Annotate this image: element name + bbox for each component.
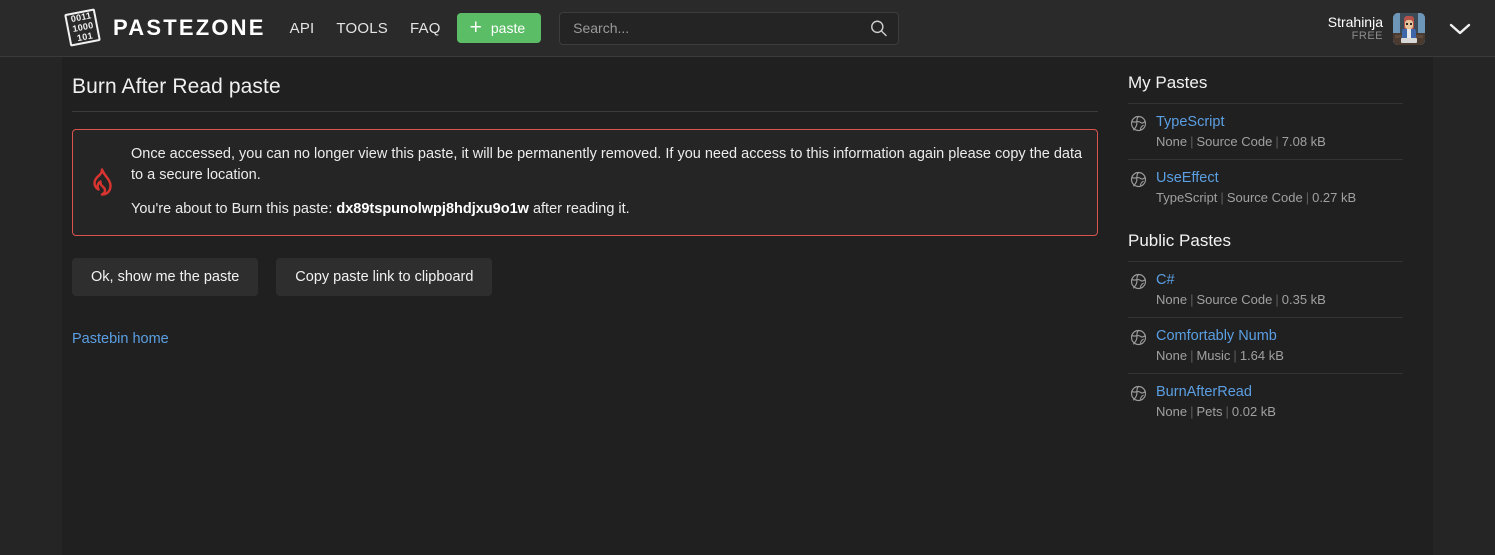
new-paste-button-label: paste <box>490 20 526 36</box>
paste-category: Music <box>1196 348 1231 363</box>
nav-api[interactable]: API <box>290 20 315 37</box>
list-item[interactable]: Comfortably Numb None | Music | 1.64 kB <box>1128 317 1403 373</box>
paste-title-link[interactable]: BurnAfterRead <box>1156 383 1276 401</box>
plus-icon: + <box>469 15 482 39</box>
brand-logo-link[interactable]: 0011 1000 101 PASTEZONE <box>64 8 266 47</box>
paste-meta: None | Source Code | 7.08 kB <box>1156 133 1326 150</box>
user-info: Strahinja FREE <box>1328 14 1383 43</box>
paste-language: None <box>1156 292 1188 307</box>
paste-size: 0.02 kB <box>1231 404 1276 419</box>
paste-category: Source Code <box>1196 292 1273 307</box>
paste-title-link[interactable]: TypeScript <box>1156 113 1326 131</box>
site-header: 0011 1000 101 PASTEZONE API TOOLS FAQ + … <box>0 0 1495 57</box>
alert-line-1: Once accessed, you can no longer view th… <box>131 146 1083 183</box>
globe-icon <box>1130 273 1147 290</box>
paste-id-value: dx89tspunolwpj8hdjxu9o1w <box>336 201 529 217</box>
paste-meta: TypeScript | Source Code | 0.27 kB <box>1156 189 1356 206</box>
meta-separator: | <box>1275 134 1279 149</box>
logo-bits-line-3: 101 <box>76 30 94 44</box>
paste-meta: None | Music | 1.64 kB <box>1156 347 1284 364</box>
public-pastes-heading: Public Pastes <box>1128 231 1231 250</box>
content-container: Burn After Read paste Once accessed, you… <box>62 57 1433 555</box>
chevron-down-icon[interactable] <box>1447 21 1473 37</box>
paste-size: 0.27 kB <box>1312 190 1357 205</box>
binary-sheet-logo-icon: 0011 1000 101 <box>64 8 102 47</box>
paste-size: 7.08 kB <box>1281 134 1326 149</box>
paste-category: Source Code <box>1226 190 1303 205</box>
user-plan-badge: FREE <box>1351 30 1383 43</box>
alert-line-2-suffix: after reading it. <box>528 201 630 217</box>
list-item[interactable]: C# None | Source Code | 0.35 kB <box>1128 261 1403 317</box>
title-divider <box>72 111 1098 112</box>
user-menu[interactable]: Strahinja FREE <box>1328 0 1473 57</box>
globe-icon <box>1130 115 1147 132</box>
copy-link-button[interactable]: Copy paste link to clipboard <box>276 258 493 296</box>
paste-size: 0.35 kB <box>1281 292 1326 307</box>
alert-line-2-prefix: You're about to Burn this paste: <box>131 201 337 217</box>
search-input[interactable] <box>559 11 900 45</box>
paste-info: TypeScript None | Source Code | 7.08 kB <box>1156 113 1326 150</box>
paste-title-link[interactable]: Comfortably Numb <box>1156 327 1284 345</box>
meta-separator: | <box>1220 190 1224 205</box>
show-paste-button[interactable]: Ok, show me the paste <box>72 258 259 296</box>
sidebar: My Pastes TypeScript None | Source Code | 7.… <box>1118 57 1413 555</box>
paste-meta: None | Pets | 0.02 kB <box>1156 403 1276 420</box>
main-column: Burn After Read paste Once accessed, you… <box>62 57 1118 555</box>
my-pastes-heading: My Pastes <box>1128 73 1208 92</box>
globe-icon <box>1130 385 1147 402</box>
paste-language: None <box>1156 134 1188 149</box>
meta-separator: | <box>1233 348 1237 363</box>
paste-language: None <box>1156 348 1188 363</box>
paste-category: Pets <box>1196 404 1223 419</box>
meta-separator: | <box>1225 404 1229 419</box>
paste-category: Source Code <box>1196 134 1273 149</box>
brand-name: PASTEZONE <box>113 15 266 40</box>
nav-tools[interactable]: TOOLS <box>336 20 388 37</box>
user-name: Strahinja <box>1327 14 1383 31</box>
page-title: Burn After Read paste <box>72 75 281 98</box>
paste-size: 1.64 kB <box>1239 348 1284 363</box>
paste-info: BurnAfterRead None | Pets | 0.02 kB <box>1156 383 1276 420</box>
meta-separator: | <box>1275 292 1279 307</box>
paste-title-link[interactable]: C# <box>1156 271 1326 289</box>
paste-meta: None | Source Code | 0.35 kB <box>1156 291 1326 308</box>
main-nav: API TOOLS FAQ <box>290 20 441 37</box>
avatar-image <box>1393 12 1425 45</box>
nav-faq[interactable]: FAQ <box>410 20 441 37</box>
action-buttons: Ok, show me the paste Copy paste link to… <box>72 258 1098 296</box>
burn-warning-alert: Once accessed, you can no longer view th… <box>72 129 1098 236</box>
list-item[interactable]: UseEffect TypeScript | Source Code | 0.27 kB <box>1128 159 1403 215</box>
paste-info: Comfortably Numb None | Music | 1.64 kB <box>1156 327 1284 364</box>
new-paste-button[interactable]: + paste <box>456 13 542 43</box>
search-box <box>559 11 900 45</box>
page-body: Burn After Read paste Once accessed, you… <box>0 57 1495 555</box>
paste-language: None <box>1156 404 1188 419</box>
user-avatar[interactable] <box>1393 12 1425 45</box>
paste-language: TypeScript <box>1156 190 1218 205</box>
globe-icon <box>1130 171 1147 188</box>
pastebin-home-link[interactable]: Pastebin home <box>72 331 169 347</box>
alert-text-body: Once accessed, you can no longer view th… <box>131 144 1085 220</box>
meta-separator: | <box>1305 190 1310 205</box>
paste-info: UseEffect TypeScript | Source Code | 0.27 kB <box>1156 169 1356 206</box>
paste-info: C# None | Source Code | 0.35 kB <box>1156 271 1326 308</box>
list-item[interactable]: TypeScript None | Source Code | 7.08 kB <box>1128 103 1403 159</box>
flame-icon <box>85 166 119 198</box>
alert-line-2: You're about to Burn this paste: dx89tsp… <box>131 199 1085 220</box>
paste-title-link[interactable]: UseEffect <box>1156 169 1356 187</box>
list-item[interactable]: BurnAfterRead None | Pets | 0.02 kB <box>1128 373 1403 429</box>
globe-icon <box>1130 329 1147 346</box>
